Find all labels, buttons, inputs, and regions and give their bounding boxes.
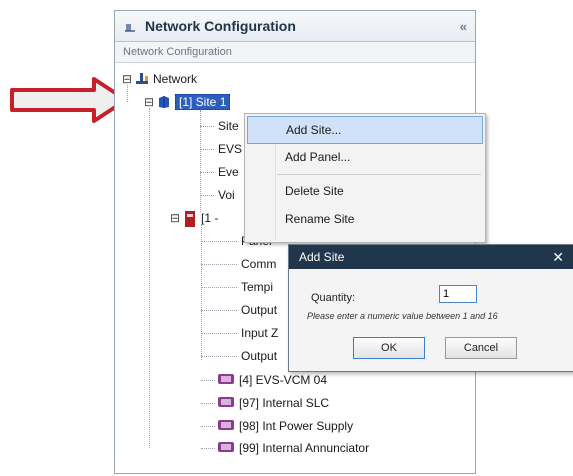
module-icon xyxy=(217,373,235,387)
tree-connector xyxy=(201,426,215,427)
tree-node-label: [1] Site 1 xyxy=(175,94,231,110)
tree-node-site-child[interactable]: EVS xyxy=(218,140,242,158)
callout-arrow-icon xyxy=(10,77,128,123)
tree-connector xyxy=(200,126,214,127)
network-icon xyxy=(135,72,149,86)
tree-node-label: [99] Internal Annunciator xyxy=(239,441,370,455)
tree-connector xyxy=(200,149,214,150)
menu-item-label: Add Site... xyxy=(286,123,342,137)
tree-connector xyxy=(201,333,237,334)
tree-node-module[interactable]: [98] Int Power Supply xyxy=(217,417,353,435)
tree-node-label: Site xyxy=(218,119,239,133)
menu-item-add-panel[interactable]: Add Panel... xyxy=(247,144,483,170)
quantity-input[interactable] xyxy=(439,285,477,303)
tree-node-site-child[interactable]: Site xyxy=(218,117,239,135)
add-site-dialog: Add Site ✕ Quantity: Please enter a nume… xyxy=(288,244,573,372)
tree-node-panel-child[interactable]: Comm xyxy=(241,255,276,273)
tree-node-panel-child[interactable]: Input Z xyxy=(241,324,278,342)
panel-subtitle-text: Network Configuration xyxy=(123,46,232,58)
module-icon xyxy=(217,396,235,410)
tree-connector xyxy=(201,310,237,311)
collapse-expander-icon[interactable]: ⊟ xyxy=(144,96,154,108)
tree-node-label: Network xyxy=(153,72,198,86)
tree-node-site-child[interactable]: Voi xyxy=(218,186,235,204)
quantity-label: Quantity: xyxy=(311,292,356,304)
module-icon xyxy=(217,441,235,455)
panel-header: Network Configuration « xyxy=(115,11,475,42)
collapse-expander-icon[interactable]: ⊟ xyxy=(122,73,132,85)
tree-connector xyxy=(149,108,150,448)
panel-icon xyxy=(183,211,197,227)
panel-subtitle: Network Configuration xyxy=(115,42,475,63)
dialog-title: Add Site xyxy=(299,250,345,264)
menu-item-label: Add Panel... xyxy=(285,150,351,164)
tree-node-network[interactable]: ⊟ Network xyxy=(122,70,197,88)
quantity-hint: Please enter a numeric value between 1 a… xyxy=(307,311,498,321)
pin-icon[interactable] xyxy=(123,19,137,33)
dialog-title-bar[interactable]: Add Site ✕ xyxy=(289,245,573,269)
collapse-expander-icon[interactable]: ⊟ xyxy=(170,212,180,224)
panel-title: Network Configuration xyxy=(145,18,296,34)
menu-item-rename-site[interactable]: Rename Site xyxy=(247,206,483,232)
tree-node-module[interactable]: [4] EVS-VCM 04 xyxy=(217,371,327,389)
collapse-icon[interactable]: « xyxy=(460,19,467,34)
tree-connector xyxy=(201,224,202,360)
tree-connector xyxy=(200,172,214,173)
menu-separator xyxy=(277,174,481,175)
tree-node-label: Eve xyxy=(218,165,239,179)
tree-node-label: Input Z xyxy=(241,326,279,340)
tree-node-label: [1 - xyxy=(201,211,219,225)
tree-node-panel-child[interactable]: Output xyxy=(241,347,277,365)
tree-node-panel-child[interactable]: Tempi xyxy=(241,278,273,296)
tree-node-site-1[interactable]: ⊟ [1] Site 1 xyxy=(144,93,231,111)
site-context-menu: Add Site... Add Panel... Delete Site Ren… xyxy=(244,113,486,243)
tree-node-label: Tempi xyxy=(241,280,274,294)
menu-item-delete-site[interactable]: Delete Site xyxy=(247,178,483,204)
cancel-button[interactable]: Cancel xyxy=(445,337,517,359)
tree-connector xyxy=(201,403,215,404)
tree-connector xyxy=(201,448,215,449)
tree-node-site-child[interactable]: Eve xyxy=(218,163,239,181)
tree-node-panel-child[interactable]: Output xyxy=(241,301,277,319)
tree-node-label: [4] EVS-VCM 04 xyxy=(239,373,328,387)
tree-node-panel[interactable]: ⊟ [1 - xyxy=(170,209,218,227)
tree-connector xyxy=(201,380,215,381)
site-icon xyxy=(157,95,171,109)
module-icon xyxy=(217,419,235,433)
tree-node-label: Comm xyxy=(241,257,277,271)
tree-connector xyxy=(200,195,214,196)
close-icon[interactable]: ✕ xyxy=(552,249,564,266)
tree-connector xyxy=(201,241,237,242)
tree-connector xyxy=(201,287,237,288)
tree-node-module[interactable]: [99] Internal Annunciator xyxy=(217,439,369,457)
tree-node-module[interactable]: [97] Internal SLC xyxy=(217,394,329,412)
tree-node-label: Output xyxy=(241,349,278,363)
ok-button[interactable]: OK xyxy=(353,337,425,359)
menu-item-add-site[interactable]: Add Site... xyxy=(247,116,483,144)
menu-item-label: Delete Site xyxy=(285,184,344,198)
tree-node-label: [97] Internal SLC xyxy=(239,396,330,410)
tree-node-label: Voi xyxy=(218,188,235,202)
tree-connector xyxy=(201,356,237,357)
tree-node-label: EVS xyxy=(218,142,243,156)
tree-node-label: [98] Int Power Supply xyxy=(239,419,354,433)
tree-connector xyxy=(201,264,237,265)
tree-node-label: Output xyxy=(241,303,278,317)
menu-item-label: Rename Site xyxy=(285,212,355,226)
